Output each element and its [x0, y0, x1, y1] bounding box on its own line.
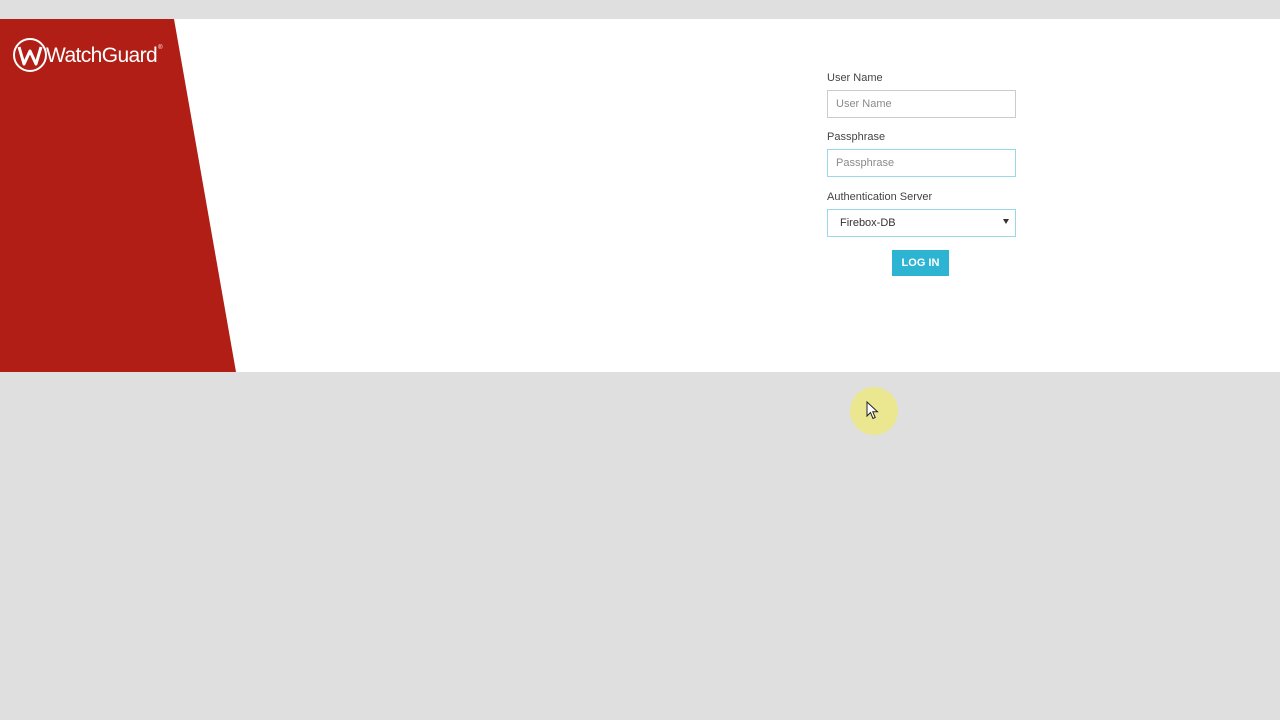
username-input[interactable] [827, 90, 1016, 118]
auth-server-label: Authentication Server [827, 191, 933, 203]
login-button[interactable]: LOG IN [892, 250, 949, 276]
watchguard-logo: WatchGuard® [12, 37, 163, 73]
logo-text: WatchGuard® [46, 43, 163, 67]
mouse-pointer-icon [866, 401, 879, 420]
username-label: User Name [827, 72, 883, 84]
watchguard-w-logo-icon [13, 38, 47, 72]
login-panel: WatchGuard® User Name Passphrase Authent… [0, 19, 1280, 372]
passphrase-input[interactable] [827, 149, 1016, 177]
auth-server-selected-value: Firebox-DB [840, 217, 896, 229]
dropdown-arrow-icon [1003, 219, 1009, 224]
passphrase-label: Passphrase [827, 131, 886, 143]
auth-server-select[interactable]: Firebox-DB [827, 209, 1016, 237]
